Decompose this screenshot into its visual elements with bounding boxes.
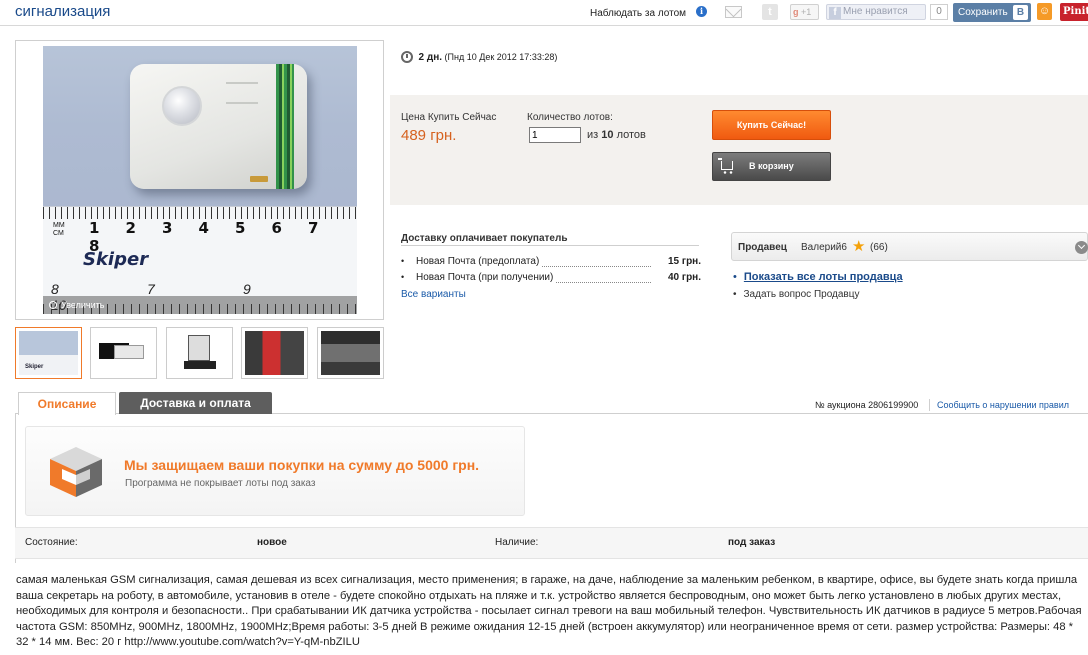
google-plus-button[interactable]: g +1: [790, 4, 819, 20]
quantity-available: из 10 лотов: [587, 129, 646, 141]
all-delivery-variants-link[interactable]: Все варианты: [401, 289, 466, 300]
thumbnail-5[interactable]: [317, 327, 384, 379]
thumbnail-4[interactable]: [241, 327, 308, 379]
quantity-label: Количество лотов:: [527, 112, 613, 123]
thumbnail-1[interactable]: [15, 327, 82, 379]
vk-icon: В: [1013, 5, 1028, 20]
seller-label: Продавец: [738, 242, 787, 253]
vk-save-button[interactable]: Сохранить В: [953, 3, 1031, 22]
facebook-icon: f: [829, 7, 841, 19]
delivery-option-price: 15 грн.: [668, 256, 701, 267]
auction-number: № аукциона 2806199900: [815, 400, 919, 410]
tab-description[interactable]: Описание: [18, 392, 116, 415]
seller-box[interactable]: Продавец Валерий6 ★ (66): [731, 232, 1088, 261]
main-photo[interactable]: MMСМ 12345678 Skiper 87910 Увеличить: [43, 46, 357, 314]
protection-title: Мы защищаем ваши покупки на сумму до 500…: [124, 457, 480, 473]
seller-rating: (66): [870, 242, 888, 253]
main-photo-frame: MMСМ 12345678 Skiper 87910 Увеличить: [15, 40, 384, 320]
quantity-input[interactable]: [529, 127, 581, 143]
thumbnail-2[interactable]: [90, 327, 157, 379]
price-value: 489 грн.: [401, 127, 457, 144]
delivery-option-price: 40 грн.: [668, 272, 701, 283]
cart-icon: [718, 158, 734, 174]
facebook-like-button[interactable]: f Мне нравится: [826, 4, 926, 20]
protection-subtitle: Программа не покрывает лоты под заказ: [125, 478, 316, 489]
odnoklassniki-icon[interactable]: ☺: [1037, 3, 1052, 20]
ruler-brand: Skiper: [83, 249, 149, 270]
zoom-button[interactable]: Увеличить: [43, 296, 357, 314]
condition-value: новое: [257, 537, 287, 548]
lot-header: сигнализация Наблюдать за лотом i t g +1…: [0, 0, 1088, 26]
time-remaining: 2 дн.: [418, 52, 443, 63]
info-icon[interactable]: i: [696, 6, 707, 17]
watch-lot-link[interactable]: Наблюдать за лотом: [590, 8, 686, 19]
gsm-alarm-device-image: [130, 64, 307, 189]
page-title: сигнализация: [15, 3, 111, 20]
pinterest-button[interactable]: Pinit: [1060, 3, 1088, 21]
mail-icon[interactable]: [725, 6, 742, 18]
item-description: самая маленькая GSM сигнализация, самая …: [16, 574, 1082, 648]
delivery-title: Доставку оплачивает покупатель: [401, 233, 699, 246]
availability-label: Наличие:: [495, 537, 539, 548]
show-all-seller-lots-link[interactable]: • Показать все лоты продавца: [733, 271, 903, 283]
price-label: Цена Купить Сейчас: [401, 112, 497, 123]
delivery-option: • Новая Почта (при получении) 40 грн.: [401, 272, 701, 283]
condition-label: Состояние:: [25, 537, 78, 548]
delivery-option: • Новая Почта (предоплата) 15 грн.: [401, 256, 701, 267]
end-date: (Пнд 10 Дек 2012 17:33:28): [444, 52, 558, 62]
facebook-like-count: 0: [930, 4, 948, 20]
availability-value: под заказ: [728, 537, 776, 548]
report-violation-link[interactable]: Сообщить о нарушении правил: [937, 400, 1069, 410]
buy-panel: Цена Купить Сейчас 489 грн. Количество л…: [390, 95, 1088, 205]
delivery-option-label: Новая Почта (при получении): [416, 272, 556, 283]
buy-now-button[interactable]: Купить Сейчас!: [712, 110, 831, 140]
thumbnail-3[interactable]: [166, 327, 233, 379]
time-left: 2 дн. (Пнд 10 Дек 2012 17:33:28): [401, 51, 557, 63]
protection-icon: [50, 447, 102, 497]
add-to-cart-button[interactable]: В корзину: [712, 152, 831, 181]
star-icon: ★: [852, 238, 866, 255]
magnifier-icon: [49, 301, 57, 309]
clock-icon: [401, 51, 413, 63]
seller-name[interactable]: Валерий6: [801, 242, 847, 253]
delivery-option-label: Новая Почта (предоплата): [416, 256, 542, 267]
buyer-protection-banner: Мы защищаем ваши покупки на сумму до 500…: [25, 426, 525, 516]
item-condition-row: Состояние: новое Наличие: под заказ: [15, 527, 1088, 559]
twitter-icon[interactable]: t: [762, 4, 778, 20]
chevron-down-icon[interactable]: [1075, 241, 1088, 254]
ask-seller-link[interactable]: • Задать вопрос Продавцу: [733, 289, 859, 300]
tab-delivery-payment[interactable]: Доставка и оплата: [119, 392, 272, 414]
